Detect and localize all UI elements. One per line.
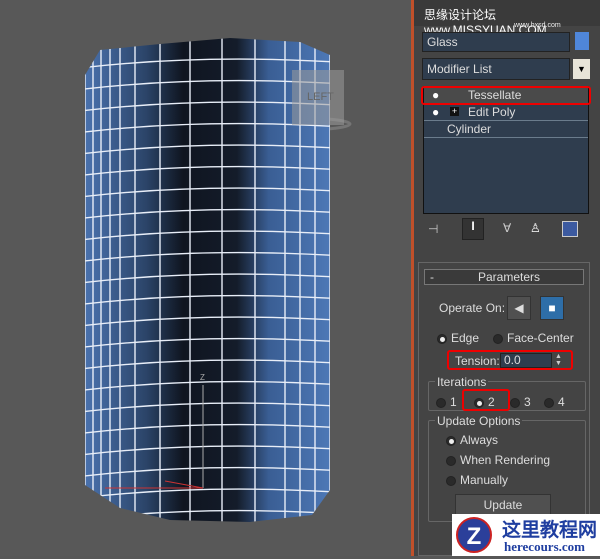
object-name-input[interactable]: Glass — [422, 32, 570, 52]
viewport-left[interactable]: LEFT Z — [0, 0, 412, 556]
radio-manually[interactable]: Manually — [446, 473, 508, 487]
update-options-label: Update Options — [435, 414, 523, 428]
show-end-result-icon[interactable]: I — [462, 218, 484, 240]
collapse-icon: - — [430, 270, 434, 284]
iterations-label: Iterations — [435, 375, 489, 389]
pin-stack-icon[interactable]: ⊣ — [428, 222, 438, 236]
stack-item-cylinder[interactable]: Cylinder — [424, 121, 588, 138]
radio-face-center[interactable]: Face-Center — [493, 331, 574, 345]
rollout-title: Parameters — [478, 270, 541, 284]
stack-item-label: Cylinder — [447, 122, 492, 136]
expand-plus-icon[interactable]: + — [450, 107, 459, 116]
radio-always[interactable]: Always — [446, 433, 498, 447]
modifier-list-dropdown[interactable]: Modifier List — [422, 58, 570, 80]
configure-modifier-sets-icon[interactable] — [562, 221, 578, 237]
highlight-tessellate — [421, 86, 591, 105]
object-color-swatch[interactable] — [575, 32, 589, 50]
watermark-top-sub: www.hxsd.com — [514, 22, 561, 29]
lightbulb-icon[interactable]: ● — [432, 104, 439, 120]
radio-when-rendering[interactable]: When Rendering — [446, 453, 550, 467]
make-unique-icon[interactable]: ∀ — [503, 221, 511, 235]
highlight-tension — [447, 350, 573, 370]
stack-item-edit-poly[interactable]: ● + Edit Poly — [424, 104, 588, 121]
site-logo: Z — [456, 517, 492, 553]
watermark-title: 这里教程网 — [502, 520, 598, 541]
axis-z-label: Z — [200, 373, 205, 382]
chevron-down-icon[interactable]: ▼ — [573, 59, 590, 79]
radio-iterations-4[interactable]: 4 — [544, 395, 565, 409]
watermark-url: herecours.com — [504, 539, 585, 554]
operate-on-label: Operate On: — [439, 301, 506, 315]
highlight-iterations — [462, 389, 510, 411]
cylinder-mesh: LEFT Z — [85, 38, 352, 522]
operate-on-polygons-button[interactable]: ■ — [540, 296, 564, 320]
viewcube-label: LEFT — [307, 91, 334, 103]
modifier-stack[interactable]: ● Tessellate ● + Edit Poly Cylinder — [423, 86, 589, 214]
parameters-rollout-header[interactable]: - Parameters — [424, 269, 584, 285]
remove-modifier-icon[interactable]: ♙ — [530, 221, 541, 235]
radio-iterations-3[interactable]: 3 — [510, 395, 531, 409]
update-button[interactable]: Update — [455, 494, 551, 516]
operate-on-faces-button[interactable]: ◀ — [507, 296, 531, 320]
radio-iterations-1[interactable]: 1 — [436, 395, 457, 409]
radio-edge[interactable]: Edge — [437, 331, 479, 345]
watermark-bottom: Z 这里教程网 herecours.com — [452, 514, 600, 556]
stack-item-label: Edit Poly — [468, 105, 516, 119]
